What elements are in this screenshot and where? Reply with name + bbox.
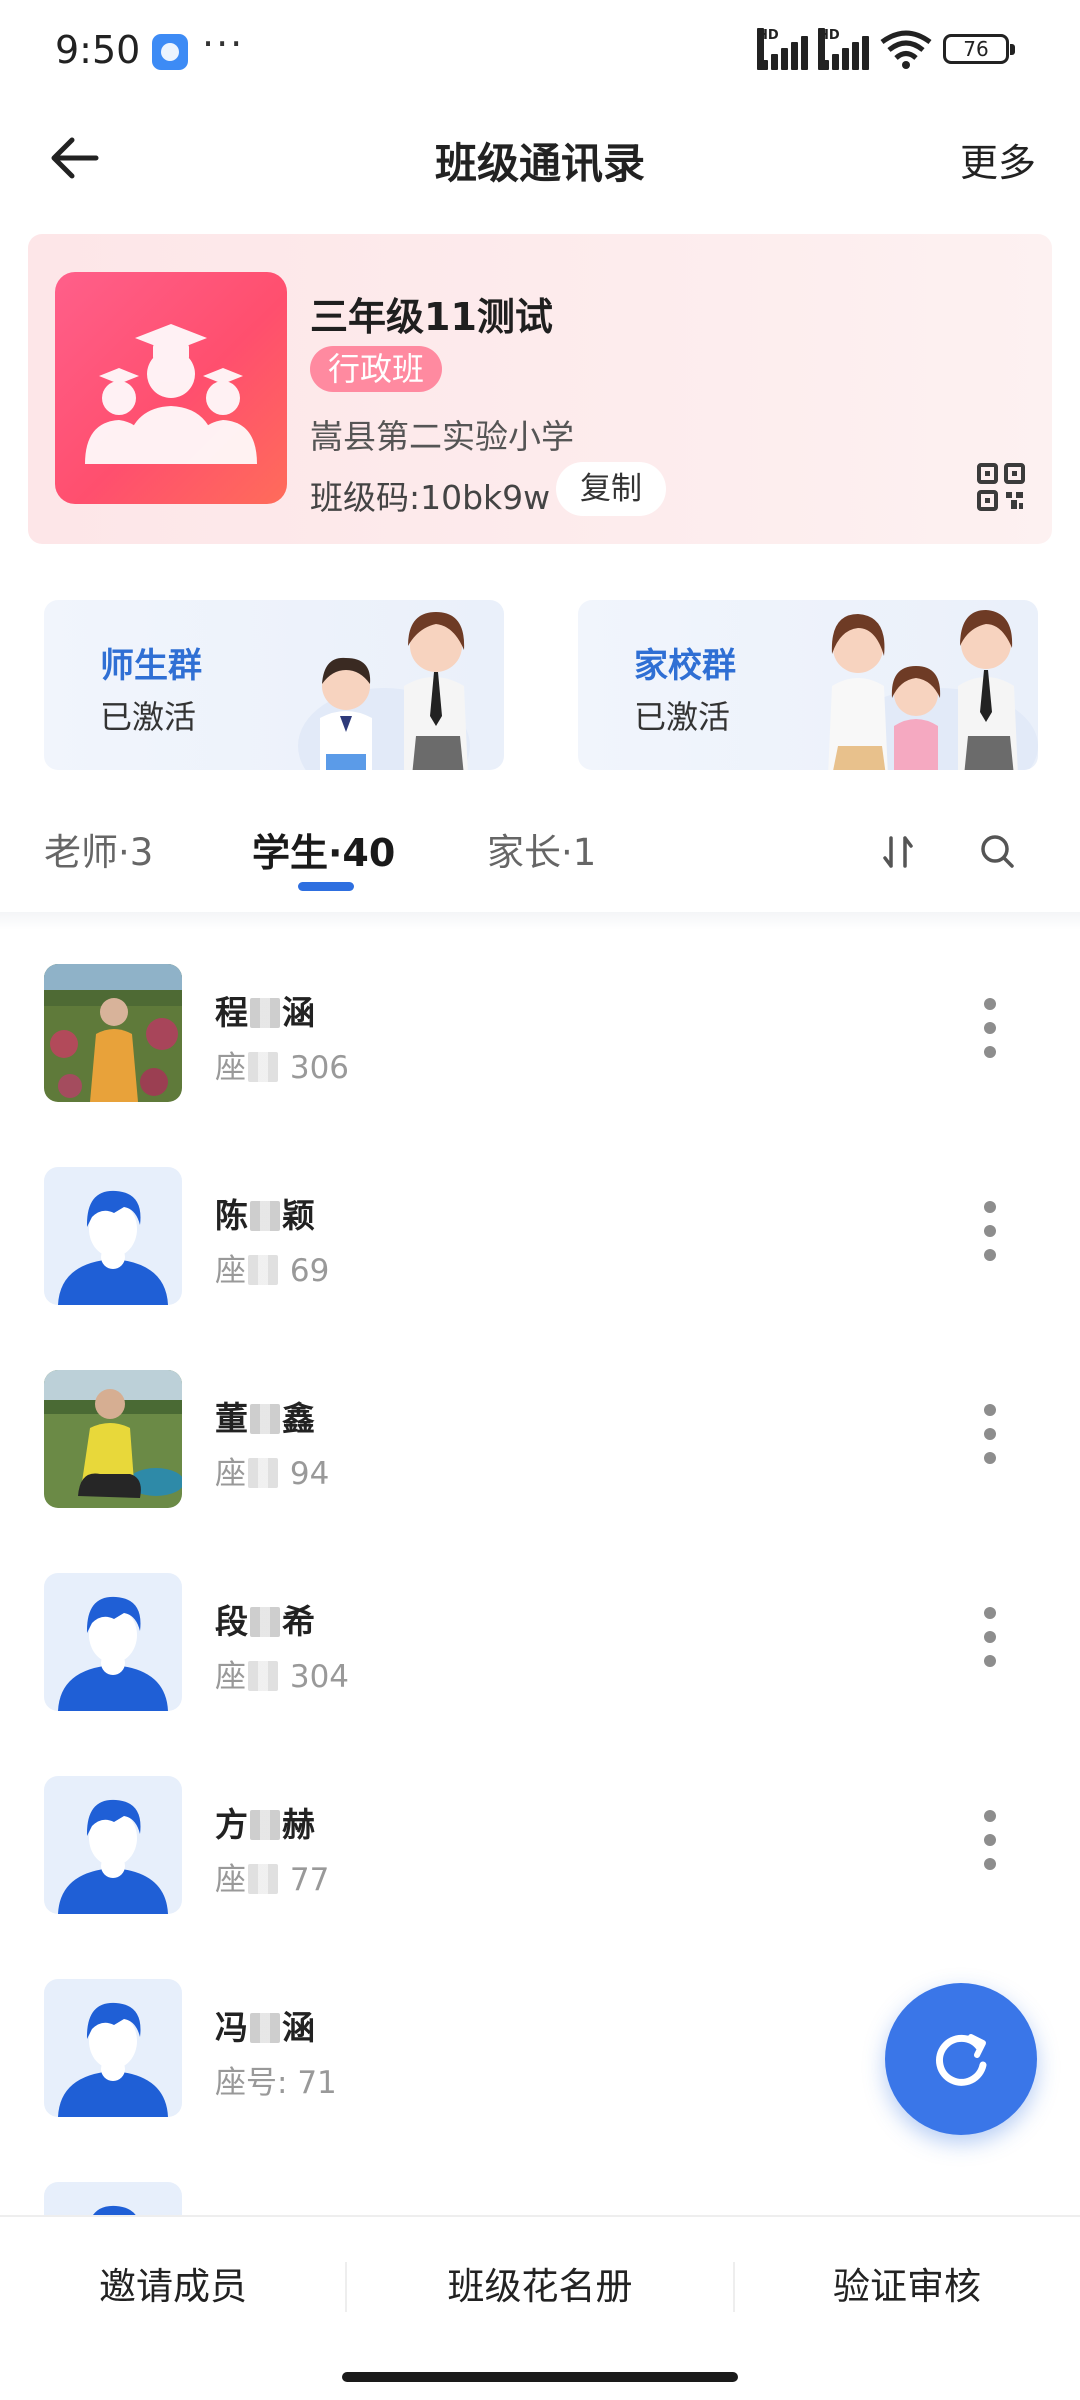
student-photo bbox=[44, 1370, 182, 1508]
seat-number: 座 77 bbox=[215, 1862, 330, 1898]
more-notifications-icon: ··· bbox=[202, 22, 245, 66]
app-notification-icon bbox=[152, 34, 188, 70]
status-time: 9:50 bbox=[55, 28, 141, 72]
avatar bbox=[44, 964, 182, 1102]
search-icon[interactable] bbox=[976, 830, 1020, 874]
masked-name bbox=[250, 1607, 280, 1637]
status-bar: 9:50 ··· HD HD 76 bbox=[0, 0, 1080, 100]
student-name: 方赫 bbox=[215, 1805, 315, 1844]
class-info-card: 三年级11测试 行政班 嵩县第二实验小学 班级码:10bk9w 复制 bbox=[28, 234, 1052, 544]
page-title: 班级通讯录 bbox=[434, 139, 645, 188]
signal-icon: HD bbox=[818, 28, 869, 70]
class-code: 班级码:10bk9w bbox=[310, 478, 551, 517]
class-type-badge: 行政班 bbox=[310, 346, 443, 392]
parent-teacher-illustration bbox=[828, 610, 1038, 770]
sort-icon[interactable] bbox=[876, 830, 920, 874]
seat-number: 座号: 71 bbox=[215, 2065, 337, 2101]
seat-number: 座 69 bbox=[215, 1253, 330, 1289]
seat-number: 座 94 bbox=[215, 1456, 330, 1492]
avatar bbox=[44, 1776, 182, 1914]
school-name: 嵩县第二实验小学 bbox=[310, 417, 574, 456]
default-avatar-icon bbox=[58, 1799, 168, 1914]
more-options-icon[interactable] bbox=[978, 1201, 1002, 1267]
list-item[interactable]: 段希 座 304 bbox=[0, 1539, 1080, 1742]
avatar bbox=[44, 1167, 182, 1305]
masked-name bbox=[250, 1404, 280, 1434]
list-item[interactable] bbox=[0, 2148, 1080, 2218]
student-name: 董鑫 bbox=[215, 1399, 315, 1438]
class-roster-button[interactable]: 班级花名册 bbox=[346, 2217, 734, 2357]
list-item[interactable]: 方赫 座 77 bbox=[0, 1742, 1080, 1945]
masked-label bbox=[248, 1864, 278, 1894]
group-status: 已激活 bbox=[634, 698, 731, 736]
student-name: 程涵 bbox=[215, 993, 315, 1032]
teacher-student-illustration bbox=[298, 612, 470, 770]
student-name: 冯涵 bbox=[215, 2008, 315, 2047]
masked-label bbox=[248, 1458, 278, 1488]
masked-label bbox=[248, 1255, 278, 1285]
default-avatar-icon bbox=[58, 2002, 168, 2117]
more-options-icon[interactable] bbox=[978, 1607, 1002, 1673]
seat-number: 座 304 bbox=[215, 1659, 350, 1695]
tab-parents[interactable]: 家长·1 bbox=[487, 822, 596, 876]
masked-label bbox=[248, 1661, 278, 1691]
avatar bbox=[44, 1979, 182, 2117]
refresh-button[interactable] bbox=[885, 1983, 1037, 2135]
battery-icon: 76 bbox=[943, 34, 1015, 64]
qr-code-icon[interactable] bbox=[976, 462, 1026, 512]
tab-teachers[interactable]: 老师·3 bbox=[44, 822, 153, 876]
list-item[interactable]: 陈颖 座 69 bbox=[0, 1133, 1080, 1336]
home-school-group-card[interactable]: 家校群 已激活 bbox=[578, 600, 1038, 770]
class-name: 三年级11测试 bbox=[310, 295, 553, 339]
masked-name bbox=[250, 998, 280, 1028]
list-item[interactable]: 程涵 座 306 bbox=[0, 930, 1080, 1133]
default-avatar-icon bbox=[91, 2205, 138, 2218]
teacher-student-group-card[interactable]: 师生群 已激活 bbox=[44, 600, 504, 770]
default-avatar-icon bbox=[58, 1190, 168, 1305]
more-button[interactable]: 更多 bbox=[960, 132, 1036, 187]
list-item[interactable]: 董鑫 座 94 bbox=[0, 1336, 1080, 1539]
default-avatar-icon bbox=[58, 1596, 168, 1711]
verify-review-button[interactable]: 验证审核 bbox=[734, 2217, 1080, 2357]
more-options-icon[interactable] bbox=[978, 998, 1002, 1064]
avatar bbox=[44, 2182, 182, 2218]
seat-number: 座 306 bbox=[215, 1050, 350, 1086]
avatar bbox=[44, 1573, 182, 1711]
avatar bbox=[44, 1370, 182, 1508]
masked-label bbox=[248, 1052, 278, 1082]
masked-name bbox=[250, 2013, 280, 2043]
signal-icon: HD bbox=[757, 28, 808, 70]
copy-button[interactable]: 复制 bbox=[556, 462, 666, 516]
group-title: 师生群 bbox=[100, 646, 202, 686]
invite-members-button[interactable]: 邀请成员 bbox=[0, 2217, 346, 2357]
group-title: 家校群 bbox=[634, 646, 736, 686]
refresh-icon bbox=[936, 2034, 987, 2086]
student-name: 陈颖 bbox=[215, 1196, 315, 1235]
more-options-icon[interactable] bbox=[978, 1404, 1002, 1470]
student-name: 段希 bbox=[215, 1602, 315, 1641]
bottom-action-bar: 邀请成员 班级花名册 验证审核 bbox=[0, 2215, 1080, 2355]
student-photo bbox=[44, 964, 182, 1102]
group-status: 已激活 bbox=[100, 698, 197, 736]
class-avatar bbox=[55, 272, 287, 504]
active-tab-indicator bbox=[298, 882, 354, 891]
tab-students[interactable]: 学生·40 bbox=[252, 822, 395, 877]
back-icon[interactable] bbox=[44, 128, 104, 188]
more-options-icon[interactable] bbox=[978, 1810, 1002, 1876]
masked-name bbox=[250, 1810, 280, 1840]
wifi-icon bbox=[880, 30, 932, 69]
masked-name bbox=[250, 1201, 280, 1231]
member-tabs: 老师·3 学生·40 家长·1 bbox=[0, 800, 1080, 910]
divider bbox=[0, 912, 1080, 930]
home-indicator[interactable] bbox=[342, 2372, 738, 2382]
header: 班级通讯录 更多 bbox=[0, 100, 1080, 215]
graduation-cap-icon bbox=[85, 324, 257, 464]
